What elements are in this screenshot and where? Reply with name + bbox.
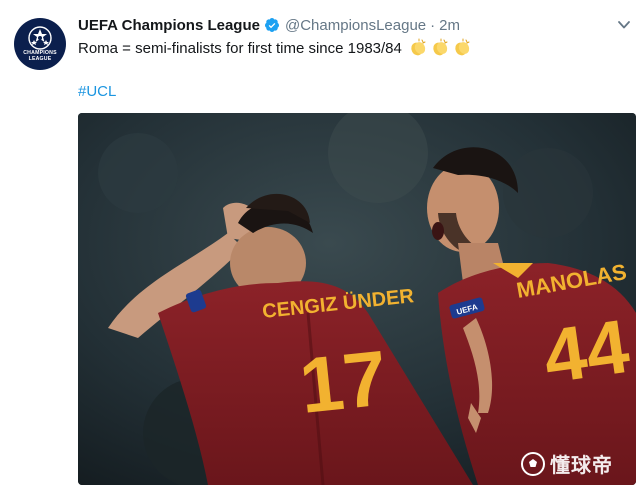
verified-badge-icon [264, 18, 279, 32]
tweet[interactable]: CHAMPIONS LEAGUE UEFA Champions League @… [0, 0, 640, 488]
tweet-photo[interactable]: CENGIZ ÜNDER 17 UEFA MANOLAS 44 [78, 113, 636, 485]
tweet-text: Roma = semi-finalists for first time sin… [78, 38, 472, 58]
photo-scene: CENGIZ ÜNDER 17 UEFA MANOLAS 44 [78, 113, 636, 485]
hashtag-link[interactable]: #UCL [78, 83, 116, 100]
player-left-number: 17 [296, 333, 391, 430]
watermark: 懂球帝 [520, 449, 613, 478]
player-right-number: 44 [539, 304, 635, 400]
clapping-hands-icon [455, 38, 470, 56]
avatar[interactable]: CHAMPIONS LEAGUE [14, 18, 66, 70]
tweet-text-content: Roma = semi-finalists for first time sin… [78, 39, 402, 57]
watermark-text: 懂球帝 [550, 455, 613, 477]
chevron-down-icon[interactable] [618, 20, 630, 30]
starball-logo-icon [28, 26, 52, 51]
timestamp[interactable]: 2m [439, 17, 460, 34]
clapping-hands-icon [433, 38, 448, 56]
separator-dot: · [430, 16, 436, 34]
soccer-ball-icon [521, 451, 545, 476]
clapping-hands-icon [411, 38, 426, 56]
display-name[interactable]: UEFA Champions League [78, 17, 260, 34]
avatar-text-line2: LEAGUE [28, 56, 52, 62]
tweet-header: UEFA Champions League @ChampionsLeague ·… [78, 15, 460, 35]
user-handle[interactable]: @ChampionsLeague [285, 17, 426, 34]
